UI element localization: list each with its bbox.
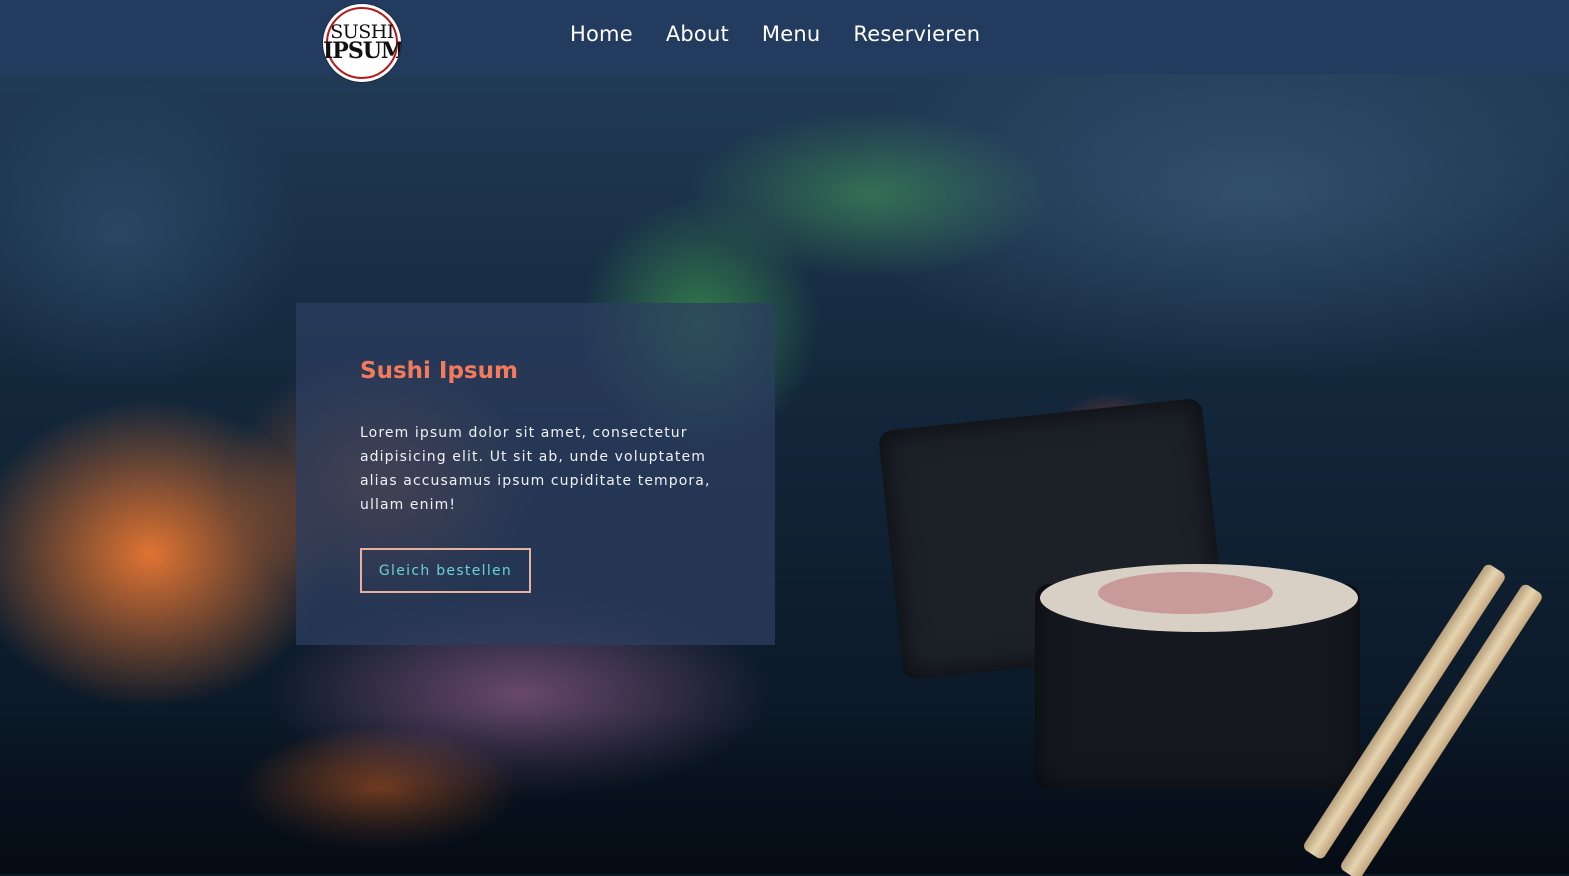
nav-link-home[interactable]: Home [570,24,633,45]
nav-link-reservieren[interactable]: Reservieren [853,24,980,45]
top-navigation-bar: SUSHI IPSUM Home About Menu Reservieren [0,0,1569,82]
page: SUSHI IPSUM Home About Menu Reservieren … [0,0,1569,876]
order-now-button[interactable]: Gleich bestellen [360,548,531,593]
nav-link-about[interactable]: About [666,24,729,45]
hero-description: Lorem ipsum dolor sit amet, consectetur … [360,425,711,513]
main-menu: Home About Menu Reservieren [570,24,980,45]
hero-section: Sushi Ipsum Lorem ipsum dolor sit amet, … [0,74,1569,876]
nav-link-menu[interactable]: Menu [762,24,820,45]
sushi-roll-fish-image [1098,572,1273,614]
logo-word-ipsum: IPSUM [323,38,401,64]
hero-title: Sushi Ipsum [360,358,518,384]
sushi-ipsum-logo[interactable]: SUSHI IPSUM [323,4,401,82]
hero-info-card: Sushi Ipsum Lorem ipsum dolor sit amet, … [296,303,775,645]
